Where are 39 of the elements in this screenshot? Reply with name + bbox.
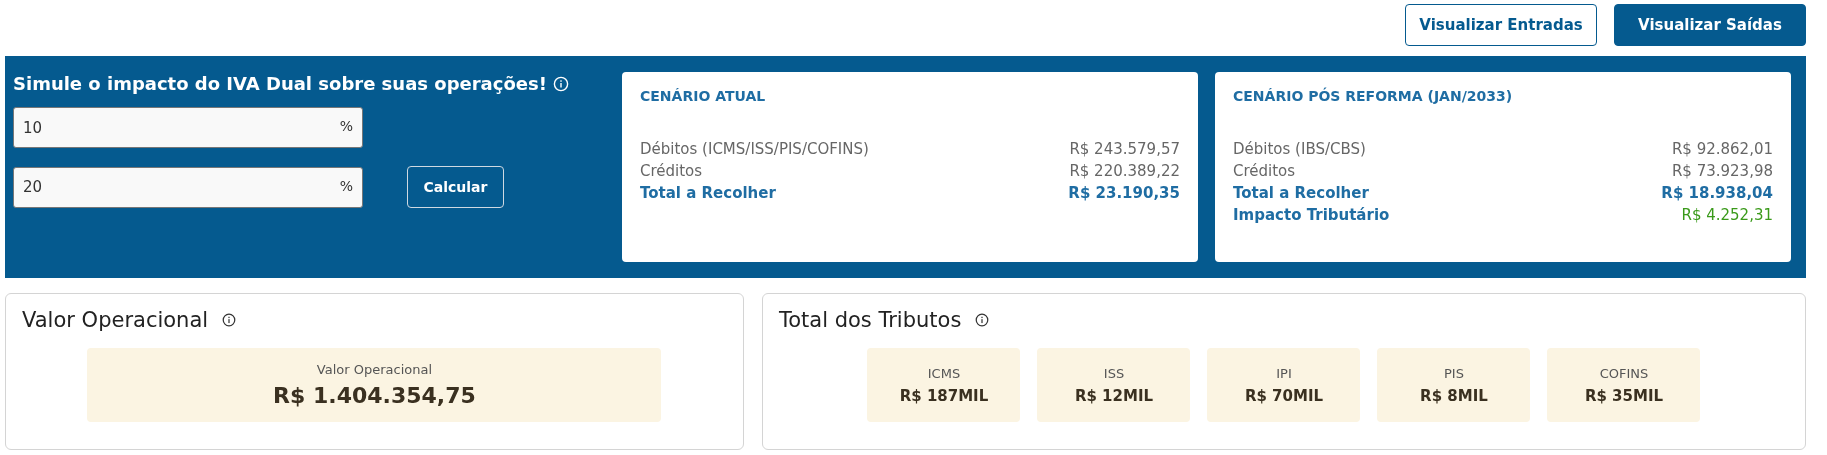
row-value: R$ 73.923,98 (1671, 161, 1773, 182)
calculate-button[interactable]: Calcular (407, 166, 504, 208)
scenario-title: CENÁRIO PÓS REFORMA (JAN/2033) (1233, 88, 1513, 104)
row-label: Débitos (IBS/CBS) (1233, 139, 1366, 160)
percent-unit: % (339, 118, 353, 134)
panel-title: Total dos Tributos (778, 308, 962, 332)
tile-value: R$ 1.404.354,75 (273, 383, 476, 408)
info-icon (552, 75, 569, 92)
info-icon (222, 313, 237, 327)
tile-value: R$ 187MIL (899, 386, 989, 405)
row-value: R$ 220.389,22 (1069, 161, 1180, 182)
scenario-title: CENÁRIO ATUAL (640, 88, 766, 104)
tile-label: PIS (1444, 365, 1464, 381)
row-value: R$ 4.252,31 (1681, 205, 1773, 226)
tile-label: Valor Operacional (316, 362, 433, 377)
info-icon (975, 313, 990, 327)
row-label: Débitos (ICMS/ISS/PIS/COFINS) (640, 139, 869, 160)
tile-value: R$ 12MIL (1074, 386, 1154, 405)
panel-title: Valor Operacional (22, 308, 209, 332)
tile-label: ICMS (927, 365, 961, 381)
view-button[interactable]: Visualizar Entradas (1405, 4, 1597, 46)
row-label: Impacto Tributário (1233, 205, 1390, 226)
row-label: Créditos (640, 161, 703, 182)
tile-value: R$ 70MIL (1244, 386, 1324, 405)
view-button[interactable]: Visualizar Saídas (1614, 4, 1806, 46)
row-value: R$ 18.938,04 (1661, 183, 1773, 204)
row-value: R$ 243.579,57 (1069, 139, 1180, 160)
tile-label: COFINS (1599, 365, 1649, 381)
row-label: Créditos (1233, 161, 1296, 182)
simulator-title: Simule o impacto do IVA Dual sobre suas operações! (13, 73, 547, 94)
tile-value: R$ 35MIL (1584, 386, 1664, 405)
row-value: R$ 92.862,01 (1671, 139, 1773, 160)
percent-unit: % (339, 177, 353, 194)
row-value: R$ 23.190,35 (1068, 183, 1180, 204)
row-label: Total a Recolher (1233, 183, 1369, 204)
tile-value: R$ 8MIL (1420, 386, 1488, 405)
tile-label: ISS (1103, 365, 1125, 381)
row-label: Total a Recolher (640, 183, 776, 204)
tile-label: IPI (1276, 365, 1292, 381)
